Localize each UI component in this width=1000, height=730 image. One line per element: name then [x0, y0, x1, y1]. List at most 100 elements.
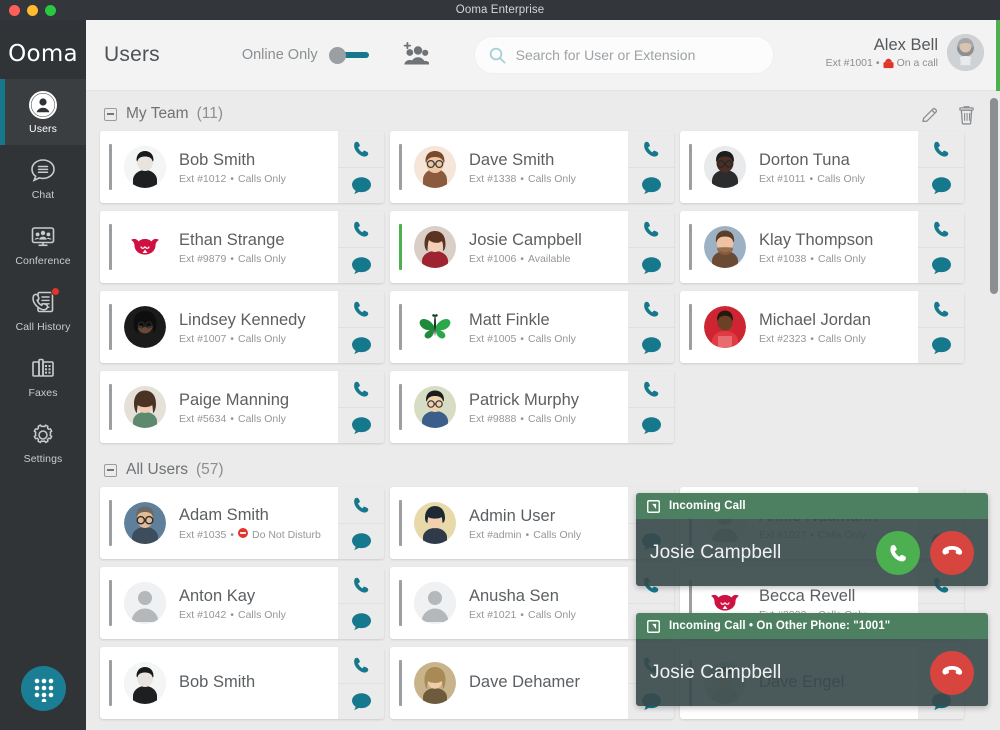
user-card-main[interactable]: Paige Manning Ext #5634 • Calls Only [100, 371, 338, 443]
chat-user-button[interactable] [338, 406, 384, 444]
user-card-text: Michael Jordan Ext #2323 • Calls Only [759, 310, 871, 345]
user-card[interactable]: Admin User Ext #admin • Calls Only [390, 487, 674, 559]
call-user-button[interactable] [338, 647, 384, 683]
user-card[interactable]: Matt Finkle Ext #1005 • Calls Only [390, 291, 674, 363]
call-user-button[interactable] [628, 371, 674, 407]
user-card[interactable]: Michael Jordan Ext #2323 • Calls Only [680, 291, 964, 363]
call-user-button[interactable] [338, 567, 384, 603]
call-user-button[interactable] [628, 291, 674, 327]
call-user-button[interactable] [918, 291, 964, 327]
chat-icon [641, 337, 661, 354]
call-user-button[interactable] [918, 131, 964, 167]
current-user-presence-bar [996, 20, 1000, 91]
user-card[interactable]: Dorton Tuna Ext #1011 • Calls Only [680, 131, 964, 203]
toast-body: Josie Campbell [636, 519, 988, 586]
chat-user-button[interactable] [338, 682, 384, 720]
user-name: Dave Dehamer [469, 672, 580, 691]
user-card-main[interactable]: Anton Kay Ext #1042 • Calls Only [100, 567, 338, 639]
call-user-button[interactable] [338, 211, 384, 247]
chat-user-button[interactable] [338, 602, 384, 640]
user-card-main[interactable]: Bob Smith [100, 647, 338, 719]
user-card-main[interactable]: Matt Finkle Ext #1005 • Calls Only [390, 291, 628, 363]
search-input[interactable] [515, 47, 756, 63]
chat-user-button[interactable] [628, 406, 674, 444]
user-card-main[interactable]: Patrick Murphy Ext #9888 • Calls Only [390, 371, 628, 443]
answer-call-button[interactable] [876, 530, 920, 575]
user-card[interactable]: Anusha Sen Ext #1021 • Calls Only [390, 567, 674, 639]
presence-bar [109, 384, 112, 430]
user-card-main[interactable]: Lindsey Kennedy Ext #1007 • Calls Only [100, 291, 338, 363]
current-user-status-text: On a call [896, 57, 938, 69]
user-card-main[interactable]: Ethan Strange Ext #9879 • Calls Only [100, 211, 338, 283]
chat-user-button[interactable] [628, 166, 674, 204]
call-user-button[interactable] [338, 371, 384, 407]
user-card-main[interactable]: Klay Thompson Ext #1038 • Calls Only [680, 211, 918, 283]
collapse-toggle-all-users[interactable] [104, 463, 117, 477]
sidebar-item-users[interactable]: Users [0, 79, 86, 145]
chat-user-button[interactable] [628, 326, 674, 364]
user-card[interactable]: Josie Campbell Ext #1006 • Available [390, 211, 674, 283]
vertical-scrollbar[interactable] [990, 98, 998, 653]
user-card-main[interactable]: Admin User Ext #admin • Calls Only [390, 487, 628, 559]
chat-user-button[interactable] [918, 246, 964, 284]
chat-user-button[interactable] [338, 166, 384, 204]
collapse-toggle-my-team[interactable] [104, 107, 117, 121]
chat-user-button[interactable] [628, 246, 674, 284]
call-user-button[interactable] [338, 291, 384, 327]
user-card[interactable]: Bob Smith Ext #1012 • Calls Only [100, 131, 384, 203]
user-card[interactable]: Anton Kay Ext #1042 • Calls Only [100, 567, 384, 639]
current-user[interactable]: Alex Bell Ext #1001 • On a call [826, 34, 984, 71]
scrollbar-thumb[interactable] [990, 98, 998, 294]
online-only-toggle[interactable] [328, 47, 369, 64]
user-card[interactable]: Adam Smith Ext #1035 • Do Not Disturb [100, 487, 384, 559]
incoming-call-toast[interactable]: Incoming Call Josie Campbell [636, 493, 988, 586]
chat-user-button[interactable] [918, 326, 964, 364]
user-card[interactable]: Ethan Strange Ext #9879 • Calls Only [100, 211, 384, 283]
user-card[interactable]: Dave Dehamer [390, 647, 674, 719]
add-group-button[interactable] [397, 42, 429, 68]
search-box[interactable] [473, 36, 774, 74]
sidebar-item-call-history[interactable]: Call History [0, 277, 86, 343]
sidebar-item-conference[interactable]: Conference [0, 211, 86, 277]
expand-icon[interactable] [647, 619, 660, 633]
delete-team-button[interactable] [957, 105, 976, 130]
user-card[interactable]: Patrick Murphy Ext #9888 • Calls Only [390, 371, 674, 443]
user-card-main[interactable]: Dave Dehamer [390, 647, 628, 719]
call-user-button[interactable] [338, 487, 384, 523]
phone-icon [933, 301, 948, 317]
chat-user-button[interactable] [338, 246, 384, 284]
user-card[interactable]: Bob Smith [100, 647, 384, 719]
sidebar-item-settings[interactable]: Settings [0, 409, 86, 475]
user-card-main[interactable]: Dorton Tuna Ext #1011 • Calls Only [680, 131, 918, 203]
chat-user-button[interactable] [918, 166, 964, 204]
decline-call-button[interactable] [930, 530, 974, 575]
user-card-main[interactable]: Adam Smith Ext #1035 • Do Not Disturb [100, 487, 338, 559]
ooma-logo: Ooma [8, 41, 78, 67]
edit-team-button[interactable] [920, 106, 939, 130]
incoming-call-toast[interactable]: Incoming Call • On Other Phone: "1001" J… [636, 613, 988, 706]
dialpad-button[interactable] [21, 666, 66, 711]
call-user-button[interactable] [338, 131, 384, 167]
user-card[interactable]: Lindsey Kennedy Ext #1007 • Calls Only [100, 291, 384, 363]
call-user-button[interactable] [628, 211, 674, 247]
sidebar-item-chat[interactable]: Chat [0, 145, 86, 211]
sidebar-item-faxes[interactable]: Faxes [0, 343, 86, 409]
user-card-main[interactable]: Bob Smith Ext #1012 • Calls Only [100, 131, 338, 203]
user-card-text: Dave Dehamer [469, 672, 580, 695]
decline-call-button[interactable] [930, 650, 974, 695]
avatar [704, 146, 746, 188]
user-extension: Ext #1012 [179, 172, 227, 185]
user-card[interactable]: Dave Smith Ext #1338 • Calls Only [390, 131, 674, 203]
expand-icon[interactable] [647, 499, 660, 513]
user-card-main[interactable]: Anusha Sen Ext #1021 • Calls Only [390, 567, 628, 639]
chat-user-button[interactable] [338, 522, 384, 560]
user-card-main[interactable]: Josie Campbell Ext #1006 • Available [390, 211, 628, 283]
chat-user-button[interactable] [338, 326, 384, 364]
user-card[interactable]: Paige Manning Ext #5634 • Calls Only [100, 371, 384, 443]
user-card[interactable]: Klay Thompson Ext #1038 • Calls Only [680, 211, 964, 283]
user-card-main[interactable]: Dave Smith Ext #1338 • Calls Only [390, 131, 628, 203]
call-user-button[interactable] [628, 131, 674, 167]
call-user-button[interactable] [918, 211, 964, 247]
separator-dot: • [520, 412, 524, 425]
user-card-main[interactable]: Michael Jordan Ext #2323 • Calls Only [680, 291, 918, 363]
